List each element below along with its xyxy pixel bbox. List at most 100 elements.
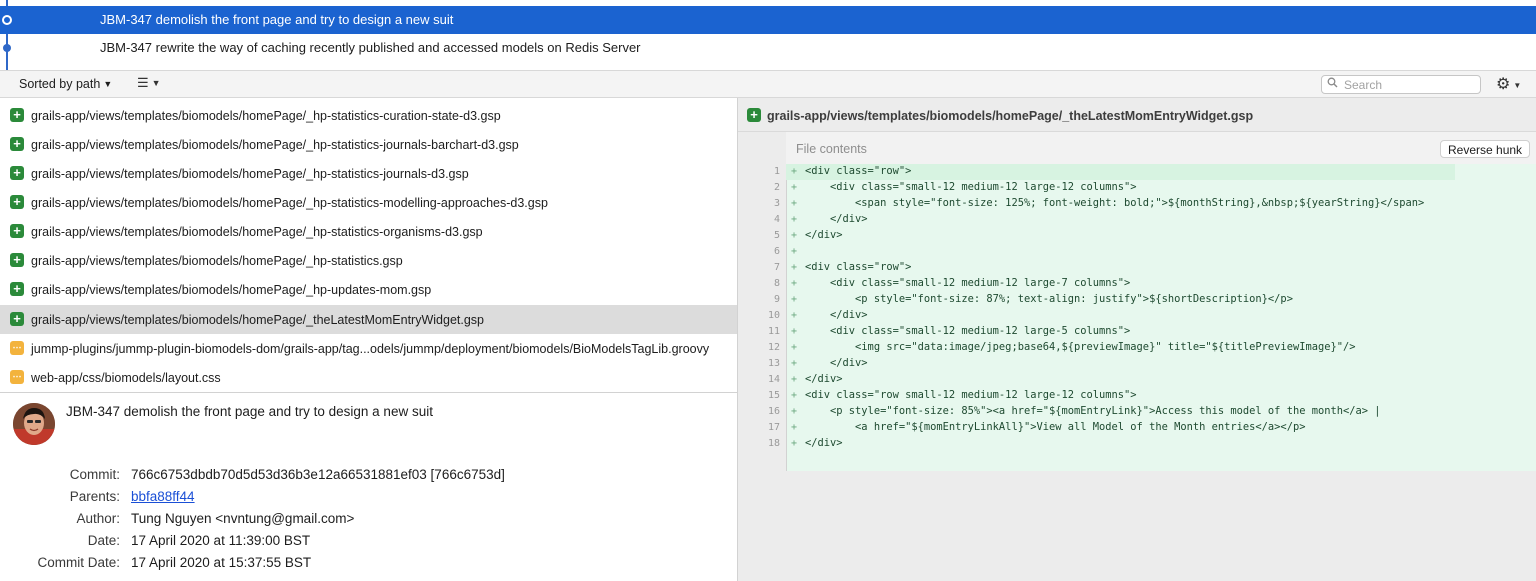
plus-badge-icon: +: [10, 224, 24, 238]
code-text: <div class="small-12 medium-12 large-5 c…: [805, 325, 1131, 337]
file-path: grails-app/views/templates/biomodels/hom…: [31, 254, 403, 268]
file-item-selected[interactable]: + grails-app/views/templates/biomodels/h…: [0, 305, 737, 334]
date-value: 17 April 2020 at 11:39:00 BST: [131, 533, 311, 548]
author-label: Author:: [76, 511, 120, 526]
diff-line: 11 + <div class="small-12 medium-12 large…: [738, 324, 1536, 340]
diff-line: 2 + <div class="small-12 medium-12 large-…: [738, 180, 1536, 196]
diff-line: 6 +: [738, 244, 1536, 260]
code-text: </div>: [805, 357, 868, 369]
commit-hash-row: Commit: 766c6753dbdb70d5d53d36b3e12a6653…: [0, 467, 738, 487]
line-number: 5: [773, 230, 780, 241]
plus-badge-icon: +: [10, 253, 24, 267]
line-number: 10: [767, 310, 780, 321]
settings-dropdown[interactable]: ⚙ ▼: [1496, 74, 1521, 94]
ellipsis-badge-icon: ⋯: [10, 341, 24, 355]
diff-line: 13 + </div>: [738, 356, 1536, 372]
reverse-hunk-button[interactable]: Reverse hunk: [1440, 140, 1531, 158]
line-number: 16: [767, 406, 780, 417]
sort-dropdown[interactable]: Sorted by path ▼: [19, 77, 112, 91]
diff-line: 9 + <p style="font-size: 87%; text-align:…: [738, 292, 1536, 308]
code-text: <p style="font-size: 85%"><a href="${mom…: [805, 405, 1381, 417]
plus-badge-icon: +: [10, 282, 24, 296]
parents-row: Parents: bbfa88ff44: [0, 489, 738, 509]
file-item[interactable]: + grails-app/views/templates/biomodels/h…: [0, 159, 737, 188]
diff-line: 5 + </div>: [738, 228, 1536, 244]
added-marker: +: [791, 390, 798, 401]
parents-label: Parents:: [69, 489, 120, 504]
diff-line: 16 + <p style="font-size: 85%"><a href="$…: [738, 404, 1536, 420]
file-item[interactable]: + grails-app/views/templates/biomodels/h…: [0, 101, 737, 130]
file-path: grails-app/views/templates/biomodels/hom…: [31, 138, 519, 152]
diff-line: 17 + <a href="${momEntryLinkAll}">View al…: [738, 420, 1536, 436]
commit-row-selected[interactable]: JBM-347 demolish the front page and try …: [0, 6, 1536, 34]
added-marker: +: [791, 230, 798, 241]
added-marker: +: [791, 358, 798, 369]
chevron-down-icon: ▼: [151, 78, 161, 88]
diff-line: 7 + <div class="row">: [738, 260, 1536, 276]
line-number: 14: [767, 374, 780, 385]
diff-file-path: grails-app/views/templates/biomodels/hom…: [767, 109, 1254, 123]
diff-line: 12 + <img src="data:image/jpeg;base64,${p…: [738, 340, 1536, 356]
file-item[interactable]: + grails-app/views/templates/biomodels/h…: [0, 246, 737, 275]
commit-date-value: 17 April 2020 at 15:37:55 BST: [131, 555, 312, 570]
code-text: <img src="data:image/jpeg;base64,${previ…: [805, 341, 1356, 353]
added-marker: +: [791, 438, 798, 449]
commit-message: JBM-347 rewrite the way of caching recen…: [100, 40, 641, 55]
code-text: <div class="row small-12 medium-12 large…: [805, 389, 1137, 401]
line-number: 8: [773, 278, 780, 289]
diff-line: 15 + <div class="row small-12 medium-12 la…: [738, 388, 1536, 404]
file-path: jummp-plugins/jummp-plugin-biomodels-dom…: [31, 342, 710, 356]
code-text: <div class="small-12 medium-12 large-12 …: [805, 181, 1137, 193]
file-path: grails-app/views/templates/biomodels/hom…: [31, 167, 469, 181]
file-path: web-app/css/biomodels/layout.css: [31, 371, 221, 385]
plus-badge-icon: +: [10, 312, 24, 326]
added-marker: +: [791, 374, 798, 385]
line-number: 17: [767, 422, 780, 433]
added-marker: +: [791, 422, 798, 433]
file-item[interactable]: ⋯ jummp-plugins/jummp-plugin-biomodels-d…: [0, 334, 737, 363]
line-number: 2: [773, 182, 780, 193]
file-item[interactable]: + grails-app/views/templates/biomodels/h…: [0, 130, 737, 159]
code-text: </div>: [805, 309, 868, 321]
date-label: Date:: [87, 533, 120, 548]
line-number: 7: [773, 262, 780, 273]
added-marker: +: [791, 262, 798, 273]
commit-subject: JBM-347 demolish the front page and try …: [66, 404, 433, 419]
view-mode-dropdown[interactable]: ☰ ▼: [137, 75, 161, 91]
commit-date-row: Commit Date: 17 April 2020 at 15:37:55 B…: [0, 555, 738, 575]
file-item[interactable]: + grails-app/views/templates/biomodels/h…: [0, 188, 737, 217]
list-icon: ☰: [137, 75, 149, 90]
changed-files-list: + grails-app/views/templates/biomodels/h…: [0, 98, 738, 392]
file-toolbar: Sorted by path▼ ☰▼ ⚙▼: [0, 70, 1536, 98]
plus-badge-icon: +: [10, 166, 24, 180]
added-marker: +: [791, 310, 798, 321]
file-item[interactable]: ⋯ web-app/css/biomodels/layout.css: [0, 363, 737, 392]
commit-label: Commit:: [69, 467, 120, 482]
file-path: grails-app/views/templates/biomodels/hom…: [31, 196, 548, 210]
commit-message: JBM-347 demolish the front page and try …: [100, 12, 454, 27]
code-text: </div>: [805, 213, 868, 225]
hunk-title: File contents: [796, 142, 867, 156]
line-number: 12: [767, 342, 780, 353]
avatar: [13, 403, 55, 445]
commit-row[interactable]: JBM-347 rewrite the way of caching recen…: [0, 34, 1536, 62]
diff-line: 18 + </div>: [738, 436, 1536, 452]
diff-line: 8 + <div class="small-12 medium-12 large-…: [738, 276, 1536, 292]
file-item[interactable]: + grails-app/views/templates/biomodels/h…: [0, 217, 737, 246]
file-item[interactable]: + grails-app/views/templates/biomodels/h…: [0, 275, 737, 304]
line-number: 13: [767, 358, 780, 369]
code-text: <div class="row">: [805, 165, 912, 177]
commit-hash: 766c6753dbdb70d5d53d36b3e12a66531881ef03…: [131, 467, 505, 482]
diff-line: 1 + <div class="row">: [738, 164, 1536, 180]
line-number: 4: [773, 214, 780, 225]
diff-panel: + grails-app/views/templates/biomodels/h…: [738, 98, 1536, 581]
line-number: 3: [773, 198, 780, 209]
author-value: Tung Nguyen <nvntung@gmail.com>: [131, 511, 355, 526]
search-input[interactable]: [1344, 77, 1474, 92]
diff-file-header: + grails-app/views/templates/biomodels/h…: [738, 98, 1536, 132]
search-box[interactable]: [1321, 75, 1481, 94]
parent-commit-link[interactable]: bbfa88ff44: [131, 489, 195, 504]
plus-badge-icon: +: [10, 137, 24, 151]
chevron-down-icon: ▼: [1513, 81, 1522, 90]
diff-line: 10 + </div>: [738, 308, 1536, 324]
